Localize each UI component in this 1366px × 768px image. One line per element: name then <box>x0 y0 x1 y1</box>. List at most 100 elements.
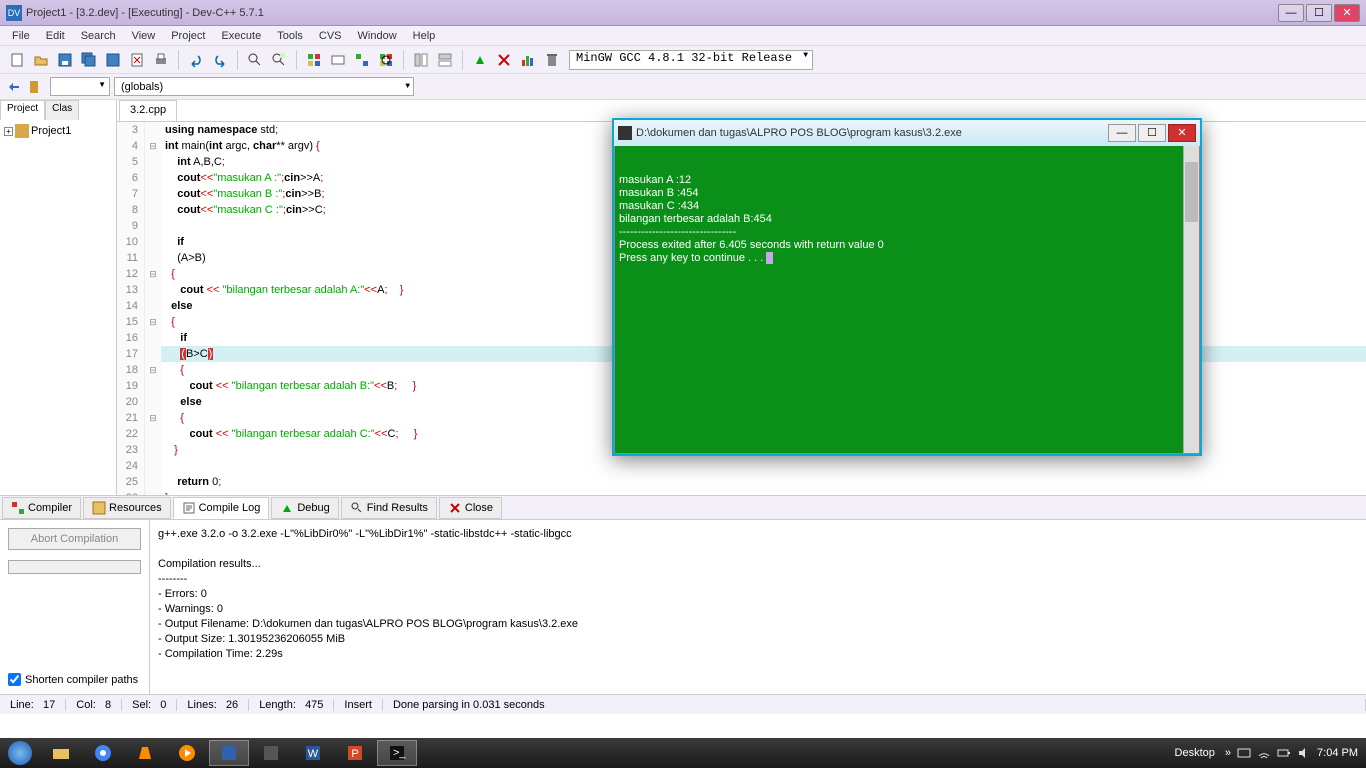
taskbar-item-explorer[interactable] <box>41 740 81 766</box>
tab-debug[interactable]: Debug <box>271 497 338 519</box>
layout-icon[interactable] <box>434 49 456 71</box>
replace-icon[interactable] <box>268 49 290 71</box>
console-maximize-button[interactable]: ☐ <box>1138 124 1166 142</box>
sidebar-tab-classes[interactable]: Clas <box>45 100 79 120</box>
globals-label: (globals) <box>121 81 163 93</box>
menu-help[interactable]: Help <box>405 28 444 44</box>
console-close-button[interactable]: ✕ <box>1168 124 1196 142</box>
status-line: Line: 17 <box>0 699 66 711</box>
taskbar-item-chrome[interactable] <box>83 740 123 766</box>
tree-root-label: Project1 <box>31 125 71 137</box>
svg-text:P: P <box>351 748 358 760</box>
tab-compiler[interactable]: Compiler <box>2 497 81 519</box>
shorten-paths-checkbox[interactable]: Shorten compiler paths <box>8 673 141 686</box>
editor-tab[interactable]: 3.2.cpp <box>119 100 177 121</box>
menu-file[interactable]: File <box>4 28 38 44</box>
menu-search[interactable]: Search <box>73 28 124 44</box>
console-icon <box>618 126 632 140</box>
bottom-tabs: Compiler Resources Compile Log Debug Fin… <box>0 495 1366 519</box>
taskbar-item-console[interactable]: >_ <box>377 740 417 766</box>
tray-clock[interactable]: 7:04 PM <box>1317 747 1358 759</box>
menu-cvs[interactable]: CVS <box>311 28 350 44</box>
save-icon[interactable] <box>54 49 76 71</box>
save-all-icon[interactable] <box>78 49 100 71</box>
compiler-tab-icon <box>11 501 25 515</box>
tree-expand-icon[interactable]: + <box>4 127 13 136</box>
project-icon <box>15 124 29 138</box>
abort-compilation-button[interactable]: Abort Compilation <box>8 528 141 550</box>
compile-log-tab-icon <box>182 501 196 515</box>
open-icon[interactable] <box>30 49 52 71</box>
console-window[interactable]: D:\dokumen dan tugas\ALPRO POS BLOG\prog… <box>612 118 1202 456</box>
menu-project[interactable]: Project <box>163 28 213 44</box>
profile-icon[interactable] <box>517 49 539 71</box>
close-button[interactable]: ✕ <box>1334 4 1360 22</box>
taskbar-item-word[interactable]: W <box>293 740 333 766</box>
show-desktop-label[interactable]: Desktop <box>1175 747 1215 759</box>
taskbar-item-devcpp[interactable] <box>209 740 249 766</box>
console-minimize-button[interactable]: — <box>1108 124 1136 142</box>
menu-window[interactable]: Window <box>350 28 405 44</box>
tab-find-results[interactable]: Find Results <box>341 497 437 519</box>
tab-close[interactable]: Close <box>439 497 502 519</box>
print-icon[interactable] <box>150 49 172 71</box>
compile-run-icon[interactable] <box>351 49 373 71</box>
menu-view[interactable]: View <box>124 28 164 44</box>
maximize-button[interactable]: ☐ <box>1306 4 1332 22</box>
save-as-icon[interactable] <box>102 49 124 71</box>
menubar: File Edit Search View Project Execute To… <box>0 26 1366 46</box>
console-title: D:\dokumen dan tugas\ALPRO POS BLOG\prog… <box>636 127 1106 139</box>
taskbar-item-app1[interactable] <box>251 740 291 766</box>
class-scope-select[interactable] <box>50 77 110 96</box>
tray-battery-icon[interactable] <box>1277 746 1291 760</box>
redo-icon[interactable] <box>209 49 231 71</box>
bookmark-icon[interactable] <box>26 79 42 95</box>
tree-root[interactable]: + Project1 <box>4 124 112 138</box>
compile-log-text[interactable]: g++.exe 3.2.o -o 3.2.exe -L"%LibDir0%" -… <box>150 520 1366 694</box>
tray-action-center-icon[interactable] <box>1237 746 1251 760</box>
tray-wifi-icon[interactable] <box>1257 746 1271 760</box>
debug-icon[interactable] <box>469 49 491 71</box>
minimize-button[interactable]: — <box>1278 4 1304 22</box>
delete-icon[interactable] <box>541 49 563 71</box>
console-titlebar[interactable]: D:\dokumen dan tugas\ALPRO POS BLOG\prog… <box>614 120 1200 146</box>
compile-log-panel: Abort Compilation Shorten compiler paths… <box>0 519 1366 694</box>
stop-icon[interactable] <box>493 49 515 71</box>
taskbar-item-vlc[interactable] <box>125 740 165 766</box>
run-icon[interactable] <box>327 49 349 71</box>
globals-select[interactable]: (globals) <box>114 77 414 96</box>
status-message: Done parsing in 0.031 seconds <box>383 699 1366 711</box>
statusbar: Line: 17 Col: 8 Sel: 0 Lines: 26 Length:… <box>0 694 1366 714</box>
main-toolbar: MinGW GCC 4.8.1 32-bit Release <box>0 46 1366 74</box>
find-tab-icon <box>350 501 364 515</box>
tray-chevron-icon[interactable]: » <box>1225 747 1231 759</box>
nav-toolbar: (globals) <box>0 74 1366 100</box>
goto-icon[interactable] <box>6 79 22 95</box>
sidebar-tab-project[interactable]: Project <box>0 100 45 120</box>
undo-icon[interactable] <box>185 49 207 71</box>
app-icon: DV <box>6 5 22 21</box>
menu-execute[interactable]: Execute <box>213 28 269 44</box>
taskbar-item-powerpoint[interactable]: P <box>335 740 375 766</box>
tab-compile-log[interactable]: Compile Log <box>173 497 270 519</box>
compile-controls: Abort Compilation Shorten compiler paths <box>0 520 150 694</box>
close-file-icon[interactable] <box>126 49 148 71</box>
svg-text:W: W <box>308 748 319 760</box>
app-titlebar: DV Project1 - [3.2.dev] - [Executing] - … <box>0 0 1366 26</box>
fold-gutter[interactable]: ⊟⊟⊟⊟⊟ <box>145 122 161 495</box>
console-scrollbar[interactable] <box>1183 146 1199 453</box>
taskbar-item-wmp[interactable] <box>167 740 207 766</box>
rebuild-icon[interactable] <box>375 49 397 71</box>
debug-tab-icon <box>280 501 294 515</box>
compile-icon[interactable] <box>303 49 325 71</box>
compiler-profile-select[interactable]: MinGW GCC 4.8.1 32-bit Release <box>569 50 813 70</box>
tab-resources[interactable]: Resources <box>83 497 171 519</box>
menu-tools[interactable]: Tools <box>269 28 311 44</box>
start-button[interactable] <box>0 738 40 768</box>
console-output[interactable]: masukan A :12masukan B :454masukan C :43… <box>614 146 1200 454</box>
tray-volume-icon[interactable] <box>1297 746 1311 760</box>
find-icon[interactable] <box>244 49 266 71</box>
new-file-icon[interactable] <box>6 49 28 71</box>
menu-edit[interactable]: Edit <box>38 28 73 44</box>
toggle-icon[interactable] <box>410 49 432 71</box>
